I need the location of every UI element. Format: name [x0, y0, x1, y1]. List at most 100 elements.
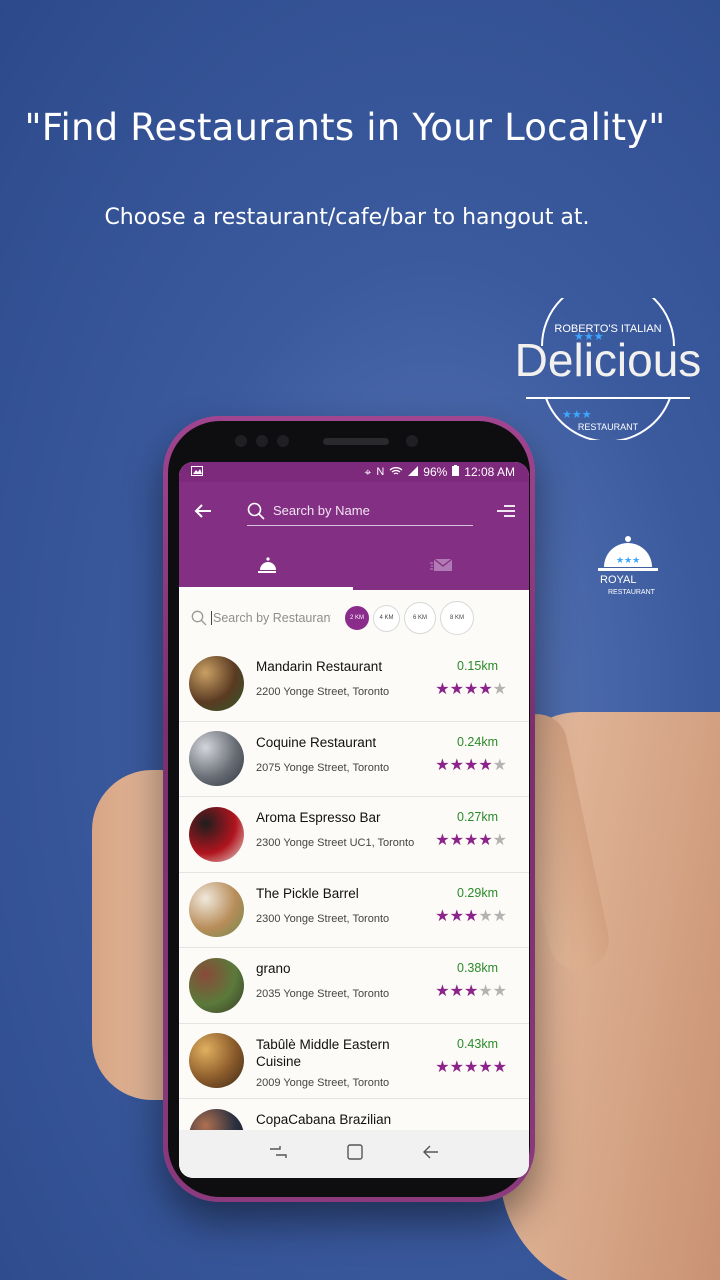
restaurant-photo	[189, 806, 244, 862]
distance-8km-button[interactable]: 8 KM	[440, 601, 474, 635]
royal-logo-main: ROYAL	[600, 574, 636, 586]
restaurant-row[interactable]: Coquine Restaurant 2075 Yonge Street, Tor…	[179, 722, 529, 797]
rating-stars: ★ ★ ★ ★ ★	[435, 984, 507, 1000]
menu-icon[interactable]	[495, 501, 517, 521]
restaurant-address: 2009 Yonge Street, Toronto	[256, 1076, 390, 1089]
rating-stars: ★ ★ ★ ★ ★	[435, 682, 507, 698]
star-icon: ★	[492, 756, 507, 774]
location-icon: ⌖	[364, 464, 372, 479]
search-icon	[247, 502, 265, 520]
sensor-dot	[235, 435, 247, 447]
star-icon: ★	[435, 1058, 450, 1076]
star-icon: ★	[463, 907, 479, 925]
back-nav-icon[interactable]	[423, 1145, 439, 1164]
tab-restaurants[interactable]	[179, 540, 354, 590]
restaurant-list: Mandarin Restaurant 2200 Yonge Street, To…	[179, 646, 529, 1134]
clock: 12:08 AM	[464, 465, 515, 479]
star-icon: ★	[478, 1058, 493, 1076]
rating-stars: ★ ★ ★ ★ ★	[435, 1058, 507, 1076]
restaurant-photo	[189, 1033, 244, 1089]
star-icon: ★	[492, 983, 507, 1000]
cloche-icon	[257, 557, 276, 573]
restaurant-photo	[189, 731, 244, 787]
distance-4km-button[interactable]: 4 KM	[373, 604, 400, 632]
star-icon: ★	[449, 1058, 464, 1076]
restaurant-photo	[189, 655, 244, 711]
distance-6km-button[interactable]: 6 KM	[404, 602, 436, 634]
gallery-notification-icon	[191, 465, 203, 479]
front-camera	[406, 435, 418, 447]
star-icon: ★	[478, 983, 493, 1000]
star-icon: ★	[435, 832, 450, 849]
battery-percent: 96%	[423, 465, 448, 479]
restaurant-distance: 0.29km	[457, 885, 498, 900]
restaurant-row[interactable]: Tabûlè Middle Eastern Cuisine 2009 Yonge …	[179, 1024, 529, 1099]
restaurant-name: grano	[256, 961, 291, 976]
restaurant-row[interactable]: Mandarin Restaurant 2200 Yonge Street, To…	[179, 646, 529, 722]
star-icon: ★	[492, 907, 507, 925]
restaurant-address: 2075 Yonge Street, Toronto	[256, 761, 390, 774]
star-icon: ★	[449, 983, 464, 1000]
restaurant-distance: 0.43km	[457, 1036, 498, 1051]
name-search-input[interactable]: Search by Name	[247, 496, 473, 526]
star-icon: ★	[478, 832, 493, 849]
star-icon: ★	[478, 681, 493, 698]
battery-icon	[452, 465, 460, 479]
star-icon: ★	[463, 681, 479, 698]
restaurant-distance: 0.15km	[457, 659, 498, 673]
svg-text:★★★: ★★★	[616, 555, 640, 565]
restaurant-address: 2035 Yonge Street, Toronto	[256, 988, 390, 1000]
restaurant-name: Mandarin Restaurant	[256, 659, 383, 674]
restaurant-name: Coquine Restaurant	[256, 734, 377, 750]
tab-messages[interactable]	[354, 540, 529, 590]
status-bar: ⌖ N 96% 12:08 AM	[179, 462, 529, 482]
star-icon: ★	[435, 681, 450, 698]
star-icon: ★	[449, 681, 464, 698]
star-icon: ★	[492, 832, 507, 849]
svg-text:★★★: ★★★	[574, 331, 604, 343]
filter-row: Search by Restaurant 2 KM 4 KM 6 KM 8 KM	[179, 590, 529, 646]
restaurant-name: Tabûlè Middle Eastern Cuisine	[256, 1036, 390, 1069]
restaurant-distance: 0.27km	[457, 810, 498, 824]
restaurant-photo	[189, 882, 244, 938]
restaurant-search-input[interactable]: Search by Restaurant	[191, 605, 341, 631]
restaurant-row[interactable]: The Pickle Barrel 2300 Yonge Street, Toro…	[179, 873, 529, 948]
tab-bar	[179, 540, 529, 590]
back-arrow-icon[interactable]	[191, 499, 215, 523]
nfc-icon: N	[376, 466, 385, 478]
restaurant-name: CopaCabana Brazilian	[256, 1112, 392, 1127]
android-nav-bar	[179, 1130, 529, 1178]
earpiece-speaker	[323, 438, 389, 445]
star-icon: ★	[435, 907, 450, 925]
star-icon: ★	[449, 756, 464, 774]
rating-stars: ★ ★ ★ ★ ★	[435, 756, 507, 774]
sensor-dot	[256, 435, 268, 447]
restaurant-content: Search by Restaurant 2 KM 4 KM 6 KM 8 KM…	[179, 590, 529, 1134]
star-icon: ★	[463, 756, 479, 774]
wifi-icon	[389, 465, 403, 479]
star-icon: ★	[435, 756, 450, 774]
restaurant-row[interactable]: CopaCabana Brazilian	[179, 1099, 529, 1134]
rating-stars: ★ ★ ★ ★ ★	[435, 907, 507, 925]
restaurant-row[interactable]: Aroma Espresso Bar 2300 Yonge Street UC1,…	[179, 797, 529, 873]
rating-stars: ★ ★ ★ ★ ★	[435, 833, 507, 849]
phone-bezel: ⌖ N 96% 12:08 AM Search by Name Search b…	[168, 421, 530, 1197]
distance-2km-button[interactable]: 2 KM	[345, 606, 369, 630]
restaurant-address: 2200 Yonge Street, Toronto	[256, 686, 390, 698]
search-icon	[191, 610, 207, 626]
phone-screen: ⌖ N 96% 12:08 AM Search by Name Search b…	[179, 462, 529, 1178]
name-search-placeholder: Search by Name	[273, 503, 370, 518]
delicious-logo-bottom: RESTAURANT	[578, 422, 639, 432]
star-icon: ★	[435, 983, 450, 1000]
star-icon: ★	[449, 832, 464, 849]
star-icon: ★	[492, 1058, 507, 1076]
restaurant-distance: 0.24km	[457, 734, 498, 749]
recents-icon[interactable]	[269, 1145, 287, 1164]
app-bar: Search by Name	[179, 482, 529, 540]
restaurant-name: The Pickle Barrel	[256, 885, 359, 901]
royal-logo-bottom: RESTAURANT	[608, 589, 656, 596]
restaurant-row[interactable]: grano 2035 Yonge Street, Toronto 0.38km ★ ★ ★…	[179, 948, 529, 1024]
home-icon[interactable]	[347, 1143, 363, 1165]
sensor-dot	[277, 435, 289, 447]
star-icon: ★	[478, 756, 493, 774]
